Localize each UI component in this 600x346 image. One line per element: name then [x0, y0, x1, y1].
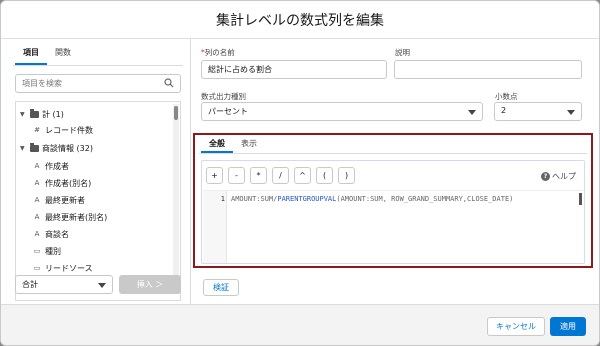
tree-item-lead-source[interactable]: ▭ リードソース: [32, 260, 93, 276]
tree-folder-label: 商談情報 (32): [42, 143, 93, 153]
line-gutter: 1: [203, 191, 227, 263]
tree-scrollbar[interactable]: [173, 104, 179, 284]
tree-item-created-by-alias[interactable]: A 作成者(別名): [32, 175, 92, 191]
folder-icon: [30, 108, 39, 118]
edit-summary-formula-dialog: 集計レベルの数式列を編集 項目 関数 項目を検索 ▼ 計 (1) # レコード件…: [0, 0, 600, 346]
text-field-icon: A: [34, 213, 40, 221]
tree-item-label: 作成者(別名): [45, 178, 92, 188]
tree-item-label: 最終更新者: [45, 195, 85, 205]
decimal-places-value: 2: [501, 106, 507, 115]
operator-power-button[interactable]: ^: [294, 167, 311, 184]
tree-folder-label: 計 (1): [42, 109, 64, 119]
tree-folder-opportunity[interactable]: ▼ 商談情報 (32): [20, 140, 93, 156]
dialog-header: 集計レベルの数式列を編集: [1, 1, 599, 39]
operator-divide-button[interactable]: /: [272, 167, 289, 184]
tree-item-label: 商談名: [45, 229, 69, 239]
tree-item-label: リードソース: [45, 263, 93, 273]
description-input[interactable]: [394, 60, 582, 79]
operator-multiply-button[interactable]: *: [250, 167, 267, 184]
tree-item-created-by[interactable]: A 作成者: [32, 158, 69, 174]
field-tree: ▼ 計 (1) # レコード件数 ▼ 商談情報 (32) A 作成者 A 作成者…: [15, 101, 181, 301]
chevron-down-icon: [98, 283, 106, 288]
tree-item-last-modified-by[interactable]: A 最終更新者: [32, 192, 85, 208]
editor-scrollbar[interactable]: [579, 193, 582, 205]
tree-item-label: レコード件数: [45, 125, 93, 135]
line-number: 1: [220, 195, 225, 203]
operator-open-paren-button[interactable]: (: [316, 167, 333, 184]
decimal-places-label: 小数点: [495, 92, 518, 101]
column-name-value: 総計に占める割合: [208, 65, 272, 74]
tab-fields[interactable]: 項目: [15, 45, 47, 65]
text-field-icon: A: [34, 230, 40, 238]
field-picker-panel: 項目 関数 項目を検索 ▼ 計 (1) # レコード件数 ▼ 商談情報 (32)…: [1, 39, 191, 304]
output-type-label: 数式出力種別: [201, 92, 246, 101]
decimal-places-select[interactable]: 2: [494, 102, 582, 121]
apply-button[interactable]: 適用: [550, 317, 586, 336]
formula-function: PARENTGROUPVAL: [277, 195, 337, 203]
chevron-down-icon: ▼: [20, 110, 25, 118]
tree-item-label: 作成者: [45, 161, 69, 171]
tabs-divider: [13, 65, 183, 66]
operator-toolbar: + - * / ^ ( ): [206, 167, 355, 184]
text-field-icon: A: [34, 196, 40, 204]
picker-tabs: 項目 関数: [15, 45, 79, 65]
folder-icon: [30, 142, 39, 152]
number-field-icon: #: [34, 126, 40, 134]
editor-tabs-divider: [199, 153, 587, 154]
insert-button[interactable]: 挿入 ＞: [119, 275, 181, 294]
chevron-down-icon: [468, 110, 476, 115]
column-name-input[interactable]: 総計に占める割合: [201, 60, 387, 79]
formula-part: AMOUNT:SUM/: [231, 195, 278, 203]
tree-item-last-modified-by-alias[interactable]: A 最終更新者(別名): [32, 209, 108, 225]
search-icon: [164, 78, 174, 88]
tree-item-label: 最終更新者(別名): [45, 212, 108, 222]
tab-functions[interactable]: 関数: [47, 45, 79, 65]
column-name-label: *列の名前: [201, 48, 235, 57]
editor-tabs: 全般 表示: [201, 137, 265, 153]
verify-button[interactable]: 検証: [203, 279, 239, 296]
cancel-button[interactable]: キャンセル: [487, 317, 545, 336]
formula-editor-section: 全般 表示 + - * / ^ ( ) ? ヘルプ 1 AMOUNT:SUM/P…: [193, 133, 593, 268]
tree-item-label: 種別: [45, 246, 61, 256]
tree-folder-totals[interactable]: ▼ 計 (1): [20, 106, 64, 122]
help-label: ヘルプ: [552, 172, 576, 181]
aggregate-value: 合計: [22, 280, 38, 289]
tree-item-opportunity-name[interactable]: A 商談名: [32, 226, 69, 242]
aggregate-select[interactable]: 合計: [15, 275, 113, 294]
dialog-footer: キャンセル 適用: [1, 304, 599, 345]
formula-form-panel: *列の名前 総計に占める割合 説明 数式出力種別 パーセント 小数点 2 全般: [191, 39, 599, 304]
picklist-field-icon: ▭: [33, 247, 41, 255]
output-type-value: パーセント: [208, 107, 248, 116]
formula-editor: + - * / ^ ( ) ? ヘルプ 1 AMOUNT:SUM/PARENTG…: [201, 160, 585, 264]
text-field-icon: A: [34, 179, 40, 187]
operator-plus-button[interactable]: +: [206, 167, 223, 184]
operator-close-paren-button[interactable]: ): [338, 167, 355, 184]
formula-code-input[interactable]: 1 AMOUNT:SUM/PARENTGROUPVAL(AMOUNT:SUM, …: [203, 190, 583, 263]
scrollbar-thumb[interactable]: [174, 106, 178, 120]
description-label: 説明: [395, 48, 410, 57]
operator-minus-button[interactable]: -: [228, 167, 245, 184]
chevron-down-icon: ▼: [20, 144, 25, 152]
dialog-body: 項目 関数 項目を検索 ▼ 計 (1) # レコード件数 ▼ 商談情報 (32)…: [1, 39, 599, 304]
help-icon: ?: [541, 172, 550, 181]
help-link[interactable]: ? ヘルプ: [541, 171, 576, 182]
chevron-down-icon: [567, 110, 575, 115]
text-field-icon: A: [34, 162, 40, 170]
tab-general[interactable]: 全般: [201, 137, 233, 153]
picklist-field-icon: ▭: [33, 264, 41, 272]
tab-display[interactable]: 表示: [233, 137, 265, 153]
dialog-title: 集計レベルの数式列を編集: [216, 12, 384, 29]
formula-text: AMOUNT:SUM/PARENTGROUPVAL(AMOUNT:SUM, RO…: [231, 195, 513, 203]
search-placeholder: 項目を検索: [22, 79, 62, 88]
tree-item-record-count[interactable]: # レコード件数: [32, 122, 93, 138]
tree-item-type[interactable]: ▭ 種別: [32, 243, 61, 259]
field-search-input[interactable]: 項目を検索: [15, 74, 181, 93]
formula-args: (AMOUNT:SUM, ROW_GRAND_SUMMARY,CLOSE_DAT…: [336, 195, 514, 203]
output-type-select[interactable]: パーセント: [201, 102, 483, 121]
